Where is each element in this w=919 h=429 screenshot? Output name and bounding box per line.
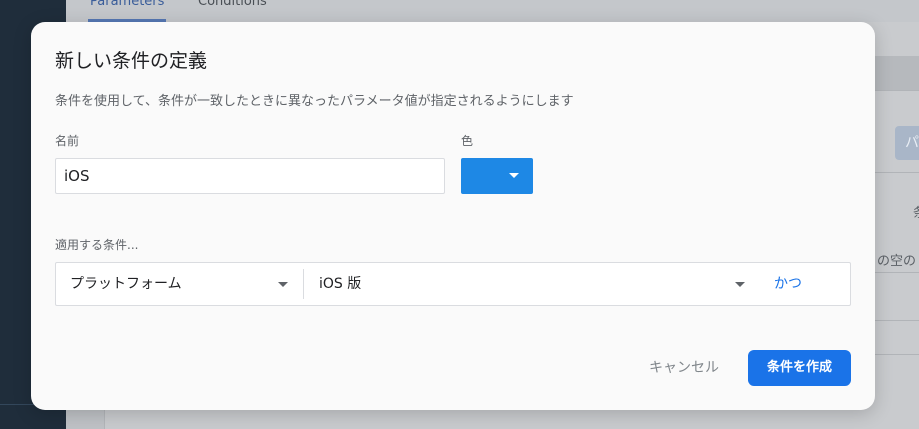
attribute-select[interactable]: プラットフォーム	[56, 263, 303, 305]
apply-conditions-label: 適用する条件...	[55, 238, 139, 252]
background-text: の空の	[877, 254, 917, 269]
tab-parameters[interactable]: Parameters	[90, 0, 164, 9]
create-condition-button[interactable]: 条件を作成	[748, 350, 851, 386]
color-label: 色	[461, 134, 474, 148]
chevron-down-icon	[735, 282, 745, 287]
tab-conditions[interactable]: Conditions	[198, 0, 267, 9]
name-label: 名前	[55, 134, 80, 148]
condition-name-input[interactable]	[55, 158, 445, 194]
cancel-button[interactable]: キャンセル	[641, 350, 727, 386]
color-picker-button[interactable]	[461, 158, 533, 194]
attribute-select-value: プラットフォーム	[70, 276, 182, 292]
background-chip: パ	[895, 126, 919, 160]
dialog-description: 条件を使用して、条件が一致したときに異なったパラメータ値が指定されるようにします	[55, 94, 574, 109]
select-divider	[303, 269, 304, 299]
value-select[interactable]: iOS 版	[305, 263, 755, 305]
background-tab-bar: Parameters Conditions	[66, 0, 919, 22]
dialog-title: 新しい条件の定義	[55, 50, 208, 72]
chevron-down-icon	[278, 282, 288, 287]
and-button[interactable]: かつ	[774, 263, 802, 305]
value-select-value: iOS 版	[319, 276, 362, 292]
new-condition-dialog: 新しい条件の定義 条件を使用して、条件が一致したときに異なったパラメータ値が指定…	[31, 22, 875, 410]
chevron-down-icon	[509, 173, 519, 178]
condition-rule-row: プラットフォーム iOS 版 かつ	[55, 262, 851, 306]
background-text: 条	[913, 202, 919, 221]
